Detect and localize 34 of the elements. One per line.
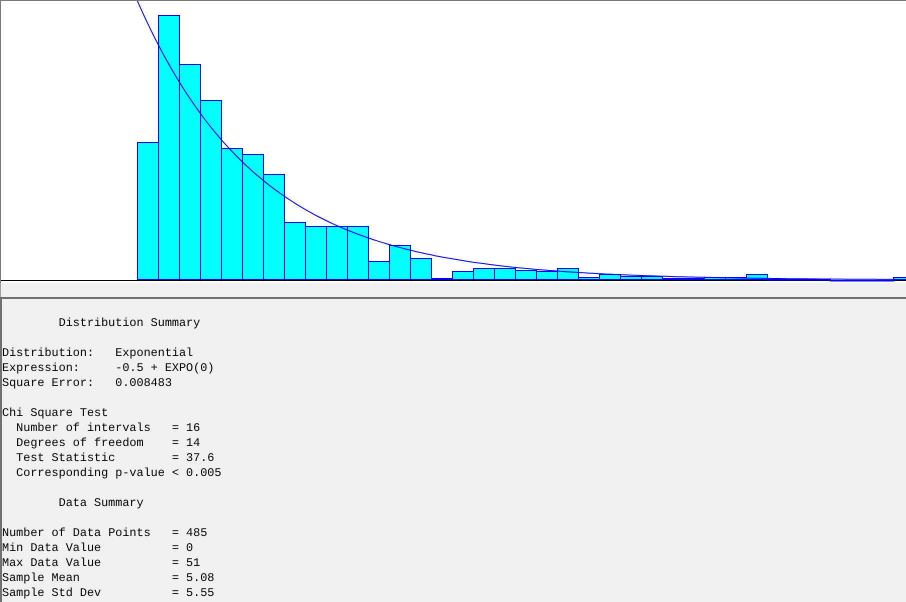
histogram-bar	[536, 271, 558, 280]
field-value: = 5.55	[172, 586, 214, 601]
field-label: Distribution:	[2, 346, 96, 361]
field-label: Expression:	[2, 361, 81, 376]
field-value: Exponential	[115, 346, 194, 361]
field-value: 0.008483	[115, 376, 172, 391]
field-value: = 51	[172, 556, 200, 571]
field-label: Square Error:	[2, 376, 96, 391]
section-title: Chi Square Test	[2, 406, 110, 421]
field-label: Test Statistic	[16, 451, 116, 466]
histogram-bar	[326, 226, 348, 280]
field-value: = 0	[172, 541, 194, 556]
section-heading: Data Summary	[58, 496, 145, 511]
histogram-bar	[473, 268, 495, 280]
field-value: = 485	[172, 526, 208, 541]
field-label: Min Data Value	[2, 541, 102, 556]
splitter-bar[interactable]	[0, 283, 906, 297]
field-value: -0.5 + EXPO(0)	[115, 361, 214, 376]
field-value: = 16	[172, 421, 200, 436]
field-value: < 0.005	[172, 466, 222, 481]
field-label: Sample Mean	[2, 571, 81, 586]
histogram-bar	[305, 226, 327, 280]
field-label: Max Data Value	[2, 556, 102, 571]
field-value: = 14	[172, 436, 200, 451]
field-label: Sample Std Dev	[2, 586, 102, 601]
histogram-bar	[515, 270, 537, 280]
field-value: = 37.6	[172, 451, 214, 466]
field-label: Degrees of freedom	[16, 436, 145, 451]
field-label: Number of intervals	[16, 421, 152, 436]
field-label: Number of Data Points	[2, 526, 152, 541]
field-value: = 5.08	[172, 571, 214, 586]
section-heading: Distribution Summary	[58, 316, 202, 331]
field-label: Corresponding p-value	[16, 466, 166, 481]
histogram-bar	[494, 268, 516, 280]
